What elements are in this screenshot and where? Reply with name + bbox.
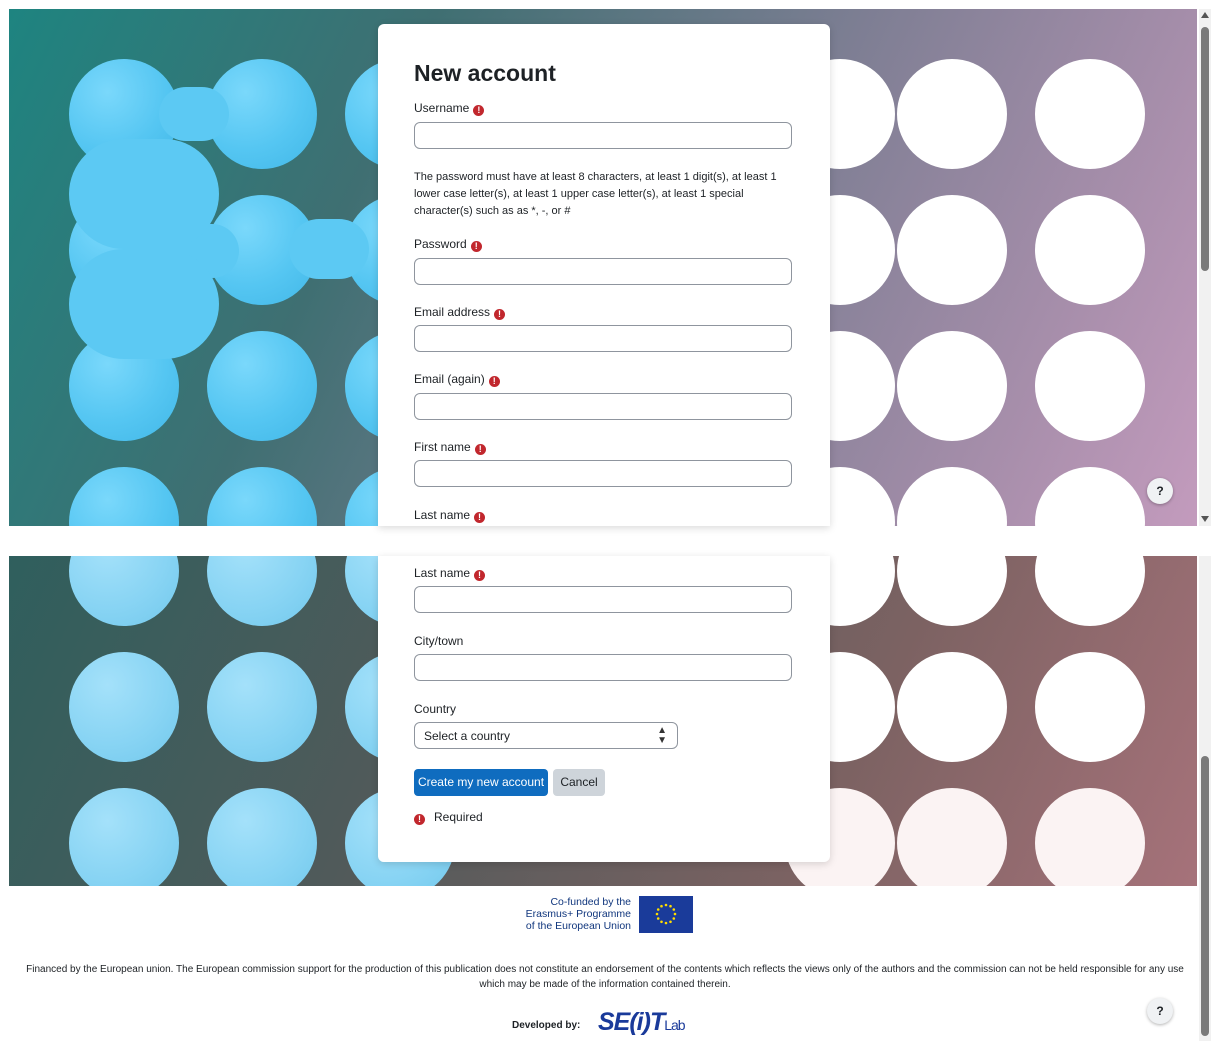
bg-circle: [897, 556, 1007, 626]
required-legend: ! Required: [414, 810, 483, 825]
scroll-up-arrow-icon[interactable]: [1201, 12, 1209, 18]
city-label: City/town: [414, 634, 464, 648]
country-select-value: Select a country: [424, 729, 511, 743]
first-name-input[interactable]: [414, 460, 792, 487]
bg-circle: [207, 556, 317, 626]
bg-connector: [289, 219, 369, 279]
required-legend-text: Required: [434, 810, 483, 824]
bg-circle: [1035, 331, 1145, 441]
bg-circle: [207, 331, 317, 441]
required-icon: !: [473, 105, 485, 116]
email-again-label: Email (again)!: [414, 372, 500, 387]
bg-circle: [897, 788, 1007, 886]
bg-connector: [159, 87, 229, 141]
email-again-input[interactable]: [414, 393, 792, 420]
required-icon: !: [470, 241, 482, 252]
country-label: Country: [414, 702, 457, 716]
bg-circle: [897, 59, 1007, 169]
scrollbar-bottom[interactable]: [1199, 556, 1211, 1041]
scroll-down-arrow-icon[interactable]: [1201, 516, 1209, 522]
last-name-label-text: Last name: [414, 508, 471, 522]
bg-circle: [1035, 59, 1145, 169]
email-label: Email address!: [414, 305, 506, 320]
email-input[interactable]: [414, 325, 792, 352]
bg-circle: [1035, 467, 1145, 526]
bg-circle: [1035, 652, 1145, 762]
bg-circle: [1035, 788, 1145, 886]
select-sort-icon: ▲ ▼: [657, 725, 667, 746]
eu-flag-icon: [639, 896, 693, 933]
city-input[interactable]: [414, 654, 792, 681]
password-label-text: Password: [414, 237, 467, 251]
required-icon: !: [494, 309, 506, 320]
signup-form-card: New account Username! The password must …: [378, 24, 830, 526]
scrollbar-top[interactable]: [1199, 9, 1211, 526]
last-name-input[interactable]: [414, 586, 792, 613]
bg-circle: [207, 788, 317, 886]
username-label-text: Username: [414, 101, 470, 115]
bg-circle: [897, 652, 1007, 762]
first-name-label: First name!: [414, 440, 486, 455]
create-account-button[interactable]: Create my new account: [414, 769, 548, 796]
bg-connector: [69, 139, 219, 249]
username-label: Username!: [414, 101, 485, 116]
last-name-label-partial: Last name!: [414, 508, 486, 523]
page-title: New account: [414, 60, 556, 86]
required-icon: !: [474, 512, 486, 523]
scroll-thumb[interactable]: [1201, 756, 1209, 1036]
first-name-label-text: First name: [414, 440, 471, 454]
eu-cofunded-text: Co-funded by the Erasmus+ Programme of t…: [511, 896, 631, 932]
bg-circle: [69, 788, 179, 886]
bg-circle: [207, 652, 317, 762]
eu-text-line: Erasmus+ Programme: [525, 908, 631, 920]
help-button[interactable]: ?: [1147, 478, 1173, 504]
eu-text-line: of the European Union: [525, 920, 631, 932]
email-label-text: Email address: [414, 305, 491, 319]
bg-circle: [69, 652, 179, 762]
required-icon: !: [414, 814, 425, 825]
username-input[interactable]: [414, 122, 792, 149]
scroll-thumb[interactable]: [1201, 27, 1209, 271]
eu-text-line: Co-funded by the: [550, 896, 631, 908]
bg-circle: [69, 556, 179, 626]
password-input[interactable]: [414, 258, 792, 285]
bg-circle: [207, 467, 317, 526]
bg-circle: [897, 331, 1007, 441]
country-select[interactable]: Select a country ▲ ▼: [414, 722, 678, 749]
password-hint: The password must have at least 8 charac…: [414, 171, 777, 217]
bg-circle: [1035, 556, 1145, 626]
bg-circle: [897, 467, 1007, 526]
developed-by-label: Developed by:: [512, 1020, 581, 1031]
password-label: Password!: [414, 237, 482, 252]
last-name-label-text: Last name: [414, 566, 471, 580]
bg-circle: [1035, 195, 1145, 305]
help-button[interactable]: ?: [1147, 998, 1173, 1024]
required-icon: !: [488, 376, 500, 387]
signup-form-card-continued: Last name! City/town Country Select a co…: [378, 556, 830, 862]
funding-disclaimer: Financed by the European union. The Euro…: [26, 964, 1184, 990]
bg-connector: [69, 249, 219, 359]
email-again-label-text: Email (again): [414, 372, 485, 386]
seitlab-logo: SE(i)TLab: [598, 1008, 686, 1036]
required-icon: !: [474, 444, 486, 455]
bg-circle: [897, 195, 1007, 305]
bg-circle: [69, 467, 179, 526]
cancel-button[interactable]: Cancel: [553, 769, 605, 796]
last-name-label: Last name!: [414, 566, 486, 581]
required-icon: !: [474, 570, 486, 581]
